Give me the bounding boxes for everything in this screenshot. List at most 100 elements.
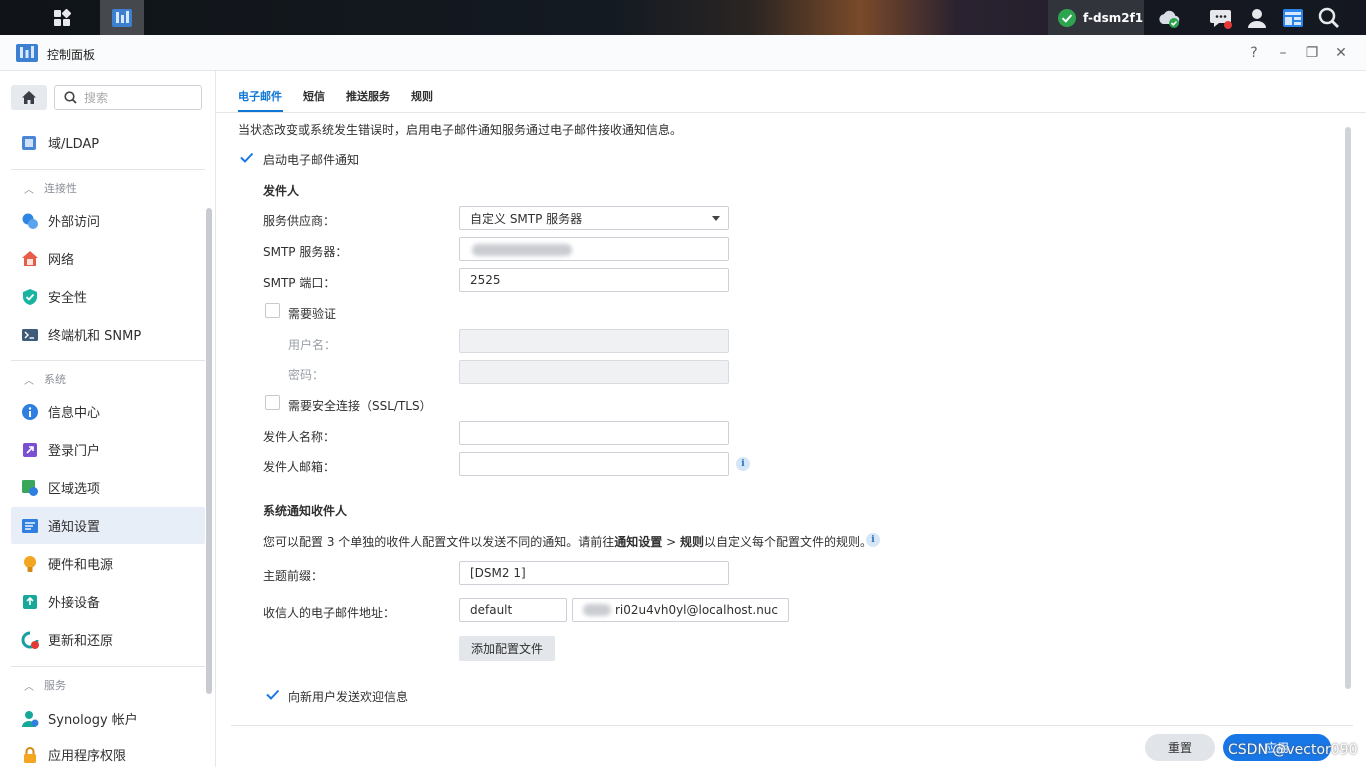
password-label: 密码： (288, 368, 325, 382)
welcome-message-label: 向新用户发送欢迎信息 (288, 690, 409, 704)
host-status-button[interactable]: f-dsm2f1 (1048, 0, 1144, 35)
main-menu-button[interactable] (40, 0, 84, 35)
restore-button[interactable]: ❐ (1303, 44, 1321, 62)
provider-label: 服务供应商： (263, 214, 336, 228)
tab-sms[interactable]: 短信 (303, 88, 325, 104)
section-title: 连接性 (44, 182, 77, 195)
info-icon[interactable]: i (736, 457, 750, 471)
sender-name-label: 发件人名称： (263, 430, 336, 444)
content-scrollbar[interactable] (1345, 127, 1351, 689)
sidebar-item-security[interactable]: 安全性 (11, 278, 205, 315)
login-portal-icon (23, 442, 37, 457)
section-services-toggle[interactable]: ︿ 服务 (24, 675, 66, 695)
smtp-port-value: 2525 (470, 273, 501, 287)
sidebar-item-label: 安全性 (48, 291, 88, 306)
ssl-checkbox[interactable] (265, 395, 280, 410)
rules-link[interactable]: 规则 (680, 535, 704, 549)
home-button[interactable] (11, 85, 47, 110)
smtp-server-input[interactable] (459, 237, 729, 261)
divider (11, 360, 205, 361)
sidebar-item-app-privileges[interactable]: 应用程序权限 (11, 736, 205, 767)
sidebar-item-domain-ldap[interactable]: 域/LDAP (11, 124, 205, 161)
tab-email[interactable]: 电子邮件 (238, 88, 282, 104)
password-input[interactable] (459, 360, 729, 384)
user-icon[interactable] (1245, 6, 1269, 30)
sidebar-item-network[interactable]: 网络 (11, 240, 205, 277)
sidebar-item-label: 网络 (48, 253, 75, 268)
footer-divider (231, 725, 1353, 726)
sidebar-item-label: Synology 帐户 (48, 713, 138, 728)
sidebar: 搜索 域/LDAP ︿ 连接性 外部访问 网络 安全性 终端机和 SNMP ︿ … (0, 71, 216, 767)
taskbar: f-dsm2f1 (0, 0, 1366, 35)
recipient-email-value: ri02u4vh0yl@localhost.nuc (614, 603, 778, 617)
watermark: CSDN @vector090 (1228, 742, 1358, 758)
notification-icon (22, 518, 38, 533)
domain-ldap-icon (22, 135, 36, 150)
section-system-toggle[interactable]: ︿ 系统 (24, 369, 66, 389)
notification-settings-link[interactable]: 通知设置 (614, 535, 662, 549)
window-titlebar: 控制面板 ? – ❐ ✕ (0, 35, 1366, 71)
info-icon[interactable]: i (866, 533, 880, 547)
chat-icon[interactable] (1209, 6, 1233, 30)
divider (11, 666, 205, 667)
subject-prefix-input[interactable]: [DSM2 1] (459, 561, 729, 585)
terminal-icon (22, 328, 38, 341)
sidebar-item-label: 区域选项 (48, 482, 101, 497)
add-profile-button[interactable]: 添加配置文件 (459, 636, 555, 661)
enable-email-checkbox[interactable] (239, 150, 254, 165)
search-icon[interactable] (1317, 6, 1341, 30)
sidebar-item-external-access[interactable]: 外部访问 (11, 202, 205, 239)
sender-heading: 发件人 (263, 184, 300, 198)
recipients-description: 您可以配置 3 个单独的收件人配置文件以发送不同的通知。请前往通知设置 > 规则… (263, 535, 873, 549)
sidebar-item-synology-account[interactable]: Synology 帐户 (11, 700, 205, 737)
search-icon (64, 91, 77, 104)
profile-name-input[interactable]: default (459, 598, 567, 622)
hostname-label: f-dsm2f1 (1083, 10, 1144, 25)
status-ok-icon (1058, 8, 1076, 27)
control-panel-icon (16, 44, 38, 62)
welcome-message-checkbox[interactable] (265, 687, 280, 702)
sender-email-input[interactable] (459, 452, 729, 476)
sidebar-item-info-center[interactable]: 信息中心 (11, 393, 205, 430)
reset-button[interactable]: 重置 (1145, 734, 1215, 761)
sidebar-item-hardware-power[interactable]: 硬件和电源 (11, 545, 205, 582)
sidebar-item-update-restore[interactable]: 更新和还原 (11, 621, 205, 658)
section-title: 系统 (44, 373, 66, 386)
tab-push-service[interactable]: 推送服务 (346, 88, 390, 104)
sidebar-item-login-portal[interactable]: 登录门户 (11, 431, 205, 468)
require-auth-checkbox[interactable] (265, 303, 280, 318)
cloud-sync-icon[interactable] (1157, 6, 1181, 30)
sidebar-search-input[interactable]: 搜索 (54, 85, 202, 110)
close-button[interactable]: ✕ (1332, 44, 1350, 62)
smtp-server-label: SMTP 服务器： (263, 245, 348, 259)
smtp-port-input[interactable]: 2525 (459, 268, 729, 292)
tab-rules[interactable]: 规则 (411, 88, 433, 104)
sender-name-input[interactable] (459, 421, 729, 445)
section-connectivity-toggle[interactable]: ︿ 连接性 (24, 178, 77, 198)
widgets-icon[interactable] (1281, 6, 1305, 30)
control-panel-icon (112, 8, 132, 27)
sidebar-item-label: 外部访问 (48, 215, 101, 230)
sidebar-item-notification[interactable]: 通知设置 (11, 507, 205, 544)
chevron-up-icon: ︿ (24, 375, 34, 387)
window-title: 控制面板 (47, 48, 96, 62)
minimize-button[interactable]: – (1274, 44, 1292, 62)
regional-options-icon (22, 479, 38, 496)
chevron-up-icon: ︿ (24, 681, 34, 693)
username-input[interactable] (459, 329, 729, 353)
help-button[interactable]: ? (1245, 44, 1263, 62)
sidebar-item-label: 登录门户 (48, 444, 101, 459)
username-label: 用户名： (288, 338, 337, 352)
chevron-down-icon (712, 216, 720, 221)
recipient-email-input[interactable]: ri02u4vh0yl@localhost.nuc (572, 598, 789, 622)
control-panel-taskbar-button[interactable] (100, 0, 144, 35)
sidebar-item-regional-options[interactable]: 区域选项 (11, 469, 205, 506)
sidebar-scrollbar[interactable] (206, 208, 212, 694)
sidebar-item-external-devices[interactable]: 外接设备 (11, 583, 205, 620)
profile-name-value: default (470, 603, 513, 617)
update-restore-icon (21, 631, 39, 649)
subject-prefix-value: [DSM2 1] (470, 566, 526, 580)
sidebar-item-terminal-snmp[interactable]: 终端机和 SNMP (11, 316, 205, 353)
provider-select[interactable]: 自定义 SMTP 服务器 (459, 206, 729, 230)
sidebar-item-label: 外接设备 (48, 596, 101, 611)
